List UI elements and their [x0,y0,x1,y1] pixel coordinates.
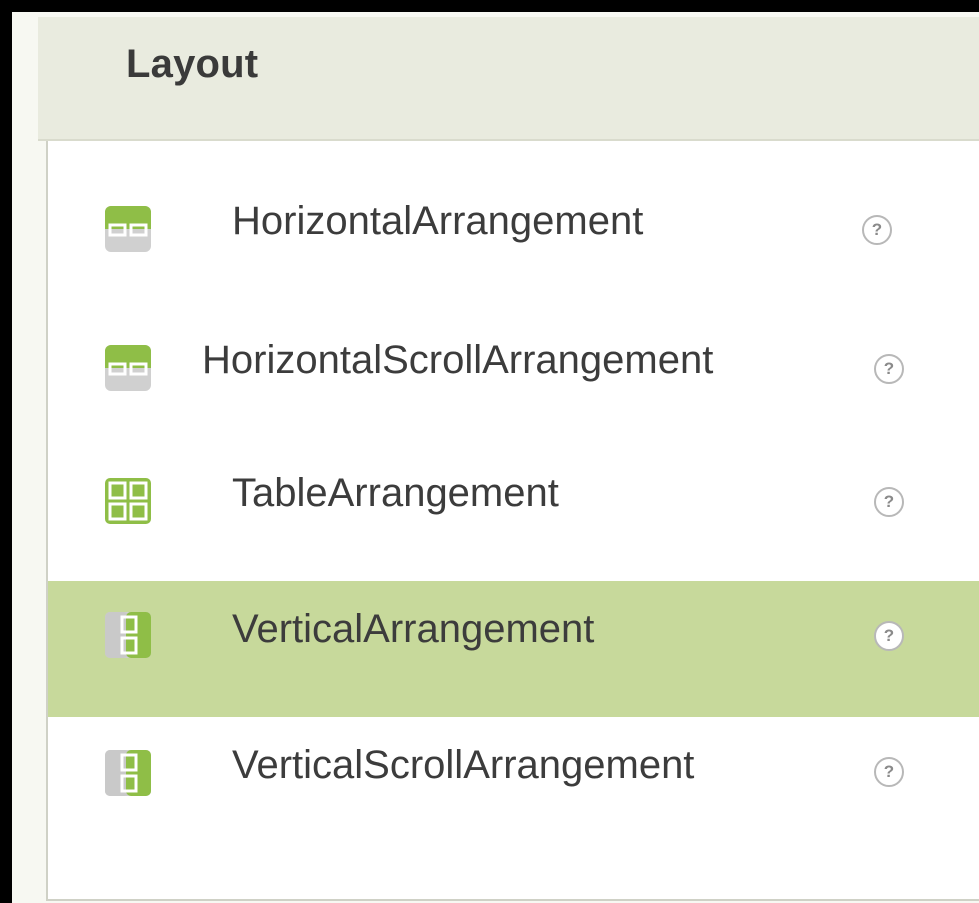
vertical-arrangement-icon [105,612,151,658]
palette-item-table-arrangement[interactable]: TableArrangement ? [48,437,979,573]
palette-item-vertical-scroll-arrangement[interactable]: VerticalScrollArrangement ? [48,717,979,853]
vertical-scroll-arrangement-icon [105,750,151,796]
palette-item-vertical-arrangement[interactable]: VerticalArrangement ? [48,581,979,717]
layout-palette-list: HorizontalArrangement ? HorizontalScroll… [46,141,979,901]
horizontal-arrangement-icon [105,206,151,252]
palette-item-label: HorizontalScrollArrangement [202,338,714,382]
help-icon[interactable]: ? [874,354,904,384]
help-icon[interactable]: ? [862,215,892,245]
help-icon[interactable]: ? [874,487,904,517]
palette-frame: Layout HorizontalArrangement ? Horizonta… [12,12,979,903]
table-arrangement-icon [105,478,151,524]
layout-drawer-header[interactable]: Layout [38,17,979,141]
palette-item-label: TableArrangement [232,471,559,515]
palette-item-label: VerticalScrollArrangement [232,743,695,787]
horizontal-scroll-arrangement-icon [105,345,151,391]
help-icon[interactable]: ? [874,621,904,651]
help-icon[interactable]: ? [874,757,904,787]
layout-drawer-title: Layout [126,42,259,86]
palette-item-label: HorizontalArrangement [232,199,644,243]
palette-item-label: VerticalArrangement [232,607,595,651]
palette-item-horizontal-arrangement[interactable]: HorizontalArrangement ? [48,159,979,295]
palette-item-horizontal-scroll-arrangement[interactable]: HorizontalScrollArrangement ? [48,298,979,434]
